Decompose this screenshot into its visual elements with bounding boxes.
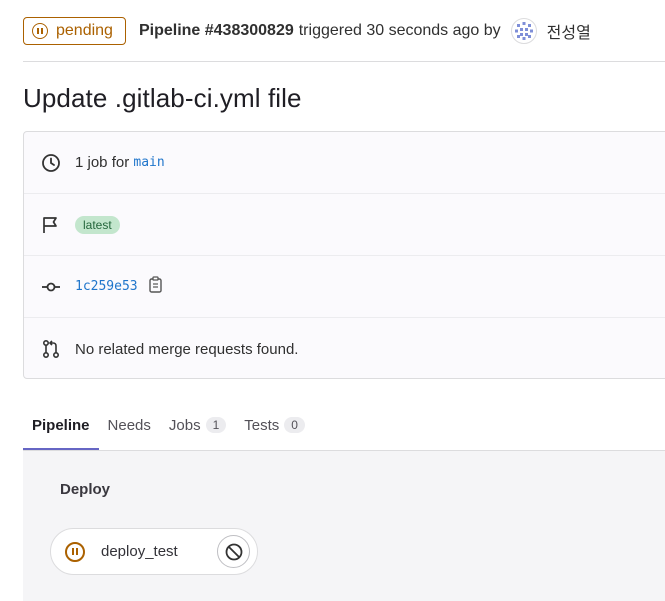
pipeline-header: pending Pipeline #438300829 triggered 30… xyxy=(23,16,591,46)
job-item[interactable]: deploy_test xyxy=(50,528,258,575)
tab-jobs[interactable]: Jobs 1 xyxy=(160,402,235,448)
merge-request-icon xyxy=(40,338,62,360)
commit-sha-link[interactable]: 1c259e53 xyxy=(75,279,138,294)
copy-icon[interactable] xyxy=(148,276,163,297)
pipeline-info-box: 1 job for main latest 1c259e53 No relate… xyxy=(23,131,665,379)
clock-icon xyxy=(40,152,62,174)
branch-link[interactable]: main xyxy=(133,155,164,170)
cancel-job-button[interactable] xyxy=(217,535,250,568)
author-name[interactable]: 전성열 xyxy=(547,19,591,43)
pending-icon xyxy=(32,23,48,39)
avatar[interactable] xyxy=(510,18,537,44)
job-count-row: 1 job for main xyxy=(24,132,665,194)
commit-icon xyxy=(40,276,62,298)
tab-tests-label: Tests xyxy=(244,416,280,434)
pipeline-graph: Deploy deploy_test xyxy=(23,451,665,601)
pipeline-tabs: Pipeline Needs Jobs 1 Tests 0 xyxy=(23,402,665,451)
stage-title: Deploy xyxy=(60,481,111,498)
jobs-count-badge: 1 xyxy=(205,417,227,433)
flag-icon xyxy=(40,214,62,236)
latest-badge: latest xyxy=(75,215,120,234)
tab-needs[interactable]: Needs xyxy=(99,402,160,448)
cancel-icon xyxy=(225,543,242,560)
tab-needs-label: Needs xyxy=(107,416,151,434)
merge-request-row: No related merge requests found. xyxy=(24,318,665,380)
status-label: pending xyxy=(56,22,113,39)
job-count-text: 1 job for xyxy=(75,154,130,171)
pending-status-icon xyxy=(65,541,85,562)
page-title: Update .gitlab-ci.yml file xyxy=(23,83,302,113)
commit-row: 1c259e53 xyxy=(24,256,665,318)
divider xyxy=(23,61,665,62)
tab-pipeline-label: Pipeline xyxy=(32,416,90,434)
triggered-text: triggered 30 seconds ago by xyxy=(298,22,501,39)
job-name: deploy_test xyxy=(101,543,178,560)
pipeline-id: Pipeline #438300829 xyxy=(138,22,294,39)
status-badge[interactable]: pending xyxy=(23,17,126,45)
tab-jobs-label: Jobs xyxy=(168,416,201,434)
tab-tests[interactable]: Tests 0 xyxy=(235,402,314,448)
labels-row: latest xyxy=(24,194,665,256)
merge-requests-text: No related merge requests found. xyxy=(75,340,299,358)
tests-count-badge: 0 xyxy=(284,417,305,433)
tab-pipeline[interactable]: Pipeline xyxy=(23,402,99,450)
